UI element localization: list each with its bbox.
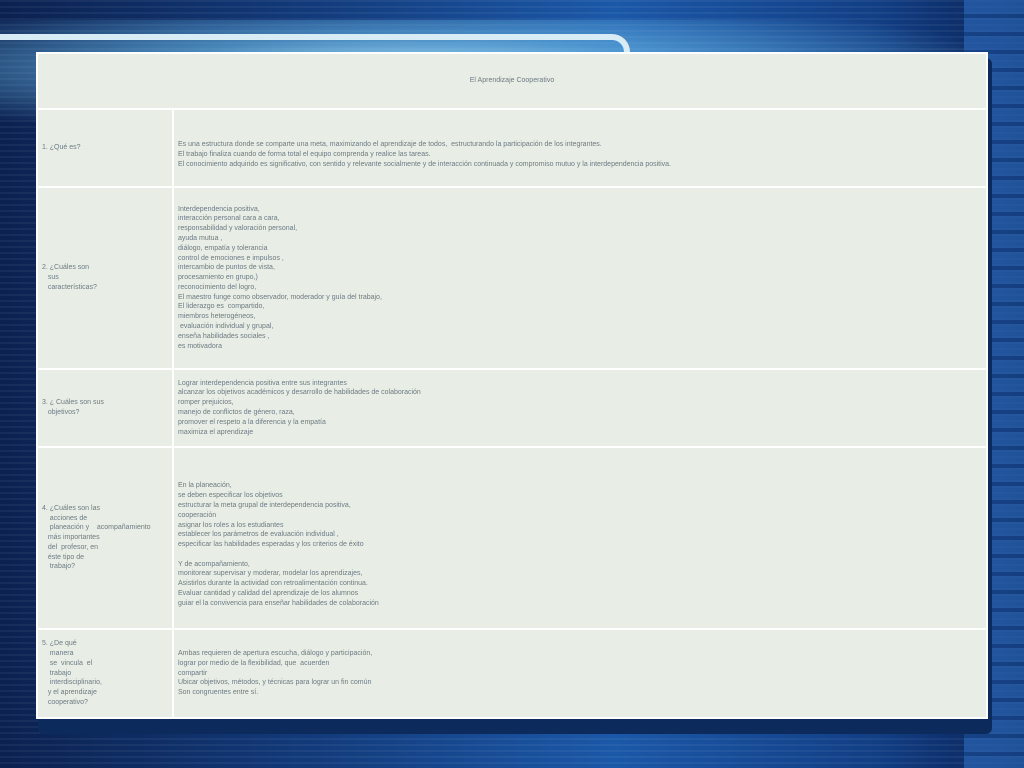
answer-text: maximiza el aprendizaje bbox=[178, 428, 254, 436]
question-text: del profesor, en bbox=[42, 543, 99, 551]
answer-text: Ubicar objetivos, métodos, y técnicas pa… bbox=[178, 679, 372, 687]
question-text: 1. ¿Qué es? bbox=[42, 144, 81, 152]
answer-cell: Ambas requieren de apertura escucha, diá… bbox=[172, 628, 988, 719]
question-text: éste tipo de bbox=[42, 553, 85, 561]
answer-text: establecer los parámetros de evaluación … bbox=[178, 531, 339, 539]
answer-text: alcanzar los objetivos académicos y desa… bbox=[178, 389, 421, 397]
answer-text: se deben especificar los objetivos bbox=[178, 492, 283, 500]
answer-text: lograr por medio de la flexibilidad, que… bbox=[178, 659, 330, 667]
cooperative-learning-table: El Aprendizaje Cooperativo 1. ¿Qué es? E… bbox=[36, 52, 988, 719]
answer-text: interacción personal cara a cara, bbox=[178, 215, 280, 223]
answer-text: es motivadora bbox=[178, 342, 222, 350]
answer-text: miembros heterogéneos, bbox=[178, 313, 256, 321]
answer-text: Ambas requieren de apertura escucha, diá… bbox=[178, 650, 373, 657]
answer-text: compartir bbox=[178, 669, 208, 677]
answer-text: estructurar la meta grupal de interdepen… bbox=[178, 501, 351, 509]
table-title: El Aprendizaje Cooperativo bbox=[36, 52, 988, 110]
question-text: cooperativo? bbox=[42, 698, 88, 706]
answer-text: promover el respeto a la diferencia y la… bbox=[178, 418, 326, 426]
question-text: acciones de bbox=[42, 514, 88, 522]
question-text: interdisciplinario, bbox=[42, 679, 102, 687]
answer-text: Es una estructura donde se comparte una … bbox=[178, 141, 602, 149]
answer-cell: Es una estructura donde se comparte una … bbox=[172, 108, 988, 188]
answer-cell: Interdependencia positiva, interacción pe… bbox=[172, 186, 988, 370]
question-text: 3. ¿ Cuáles son sus bbox=[42, 399, 104, 407]
question-text: y el aprendizaje bbox=[42, 689, 97, 697]
answer-text: El conocimiento adquirido es significati… bbox=[178, 160, 671, 168]
answer-text: cooperación bbox=[178, 511, 217, 519]
table-row: 2. ¿Cuáles son sus características? Inte… bbox=[36, 186, 988, 370]
answer-text: control de emociones e impulsos , bbox=[178, 254, 284, 262]
answer-cell: Lograr interdependencia positiva entre s… bbox=[172, 368, 988, 448]
question-text: objetivos? bbox=[42, 409, 80, 416]
question-text: características? bbox=[42, 283, 97, 291]
answer-text: evaluación individual y grupal, bbox=[178, 323, 274, 331]
answer-text: diálogo, empatía y tolerancia bbox=[178, 244, 268, 252]
answer-text: especificar las habilidades esperadas y … bbox=[178, 541, 364, 549]
question-text: planeación y acompañamiento bbox=[42, 524, 151, 532]
answer-text: El maestro funge como observador, modera… bbox=[178, 293, 382, 301]
answer-text: Y de acompañamiento, bbox=[178, 560, 250, 568]
question-text: más importantes bbox=[42, 534, 100, 542]
answer-text: intercambio de puntos de vista, bbox=[178, 264, 275, 272]
question-text: 2. ¿Cuáles son bbox=[42, 264, 90, 272]
answer-text: asignar los roles a los estudiantes bbox=[178, 521, 284, 529]
table-row: 3. ¿ Cuáles son sus objetivos? Lograr in… bbox=[36, 368, 988, 448]
question-text: manera bbox=[42, 650, 74, 657]
question-text: sus bbox=[42, 274, 59, 282]
title-row: El Aprendizaje Cooperativo bbox=[36, 52, 988, 110]
question-text: trabajo? bbox=[42, 563, 76, 571]
table-row: 1. ¿Qué es? Es una estructura donde se c… bbox=[36, 108, 988, 188]
question-text: 5. ¿De qué bbox=[42, 640, 77, 648]
answer-text: responsabilidad y valoración personal, bbox=[178, 225, 298, 233]
question-text: se vincula el bbox=[42, 659, 93, 667]
question-text: trabajo bbox=[42, 669, 72, 677]
question-cell: 3. ¿ Cuáles son sus objetivos? bbox=[36, 368, 174, 448]
answer-text: Son congruentes entre sí. bbox=[178, 689, 259, 697]
question-cell: 5. ¿De qué manera se vincula el trabajo … bbox=[36, 628, 174, 719]
answer-text: romper prejuicios, bbox=[178, 399, 234, 407]
answer-text: Interdependencia positiva, bbox=[178, 205, 260, 213]
answer-text: procesamiento en grupo,) bbox=[178, 274, 258, 282]
table-row: 4. ¿Cuáles son las acciones de planeació… bbox=[36, 446, 988, 630]
answer-text: Evaluar cantidad y calidad del aprendiza… bbox=[178, 590, 359, 598]
table-row: 5. ¿De qué manera se vincula el trabajo … bbox=[36, 628, 988, 719]
answer-text: Lograr interdependencia positiva entre s… bbox=[178, 379, 347, 387]
question-text: 4. ¿Cuáles son las bbox=[42, 504, 100, 512]
answer-text: Asistirlos durante la actividad con retr… bbox=[178, 580, 368, 588]
answer-text: El liderazgo es compartido, bbox=[178, 303, 265, 311]
question-cell: 2. ¿Cuáles son sus características? bbox=[36, 186, 174, 370]
answer-text: manejo de conflictos de género, raza, bbox=[178, 409, 295, 416]
answer-text: enseña habilidades sociales , bbox=[178, 332, 270, 340]
answer-text: reconocimiento del logro, bbox=[178, 283, 257, 291]
answer-text: ayuda mutua , bbox=[178, 234, 223, 242]
answer-cell: En la planeación, se deben especificar lo… bbox=[172, 446, 988, 630]
question-cell: 1. ¿Qué es? bbox=[36, 108, 174, 188]
answer-text: monitorear supervisar y moderar, modelar… bbox=[178, 570, 363, 578]
answer-text bbox=[178, 550, 982, 560]
answer-text: guiar el la convivencia para enseñar hab… bbox=[178, 599, 379, 607]
answer-text: En la planeación, bbox=[178, 482, 232, 490]
answer-text: El trabajo finaliza cuando de forma tota… bbox=[178, 151, 431, 159]
question-cell: 4. ¿Cuáles son las acciones de planeació… bbox=[36, 446, 174, 630]
